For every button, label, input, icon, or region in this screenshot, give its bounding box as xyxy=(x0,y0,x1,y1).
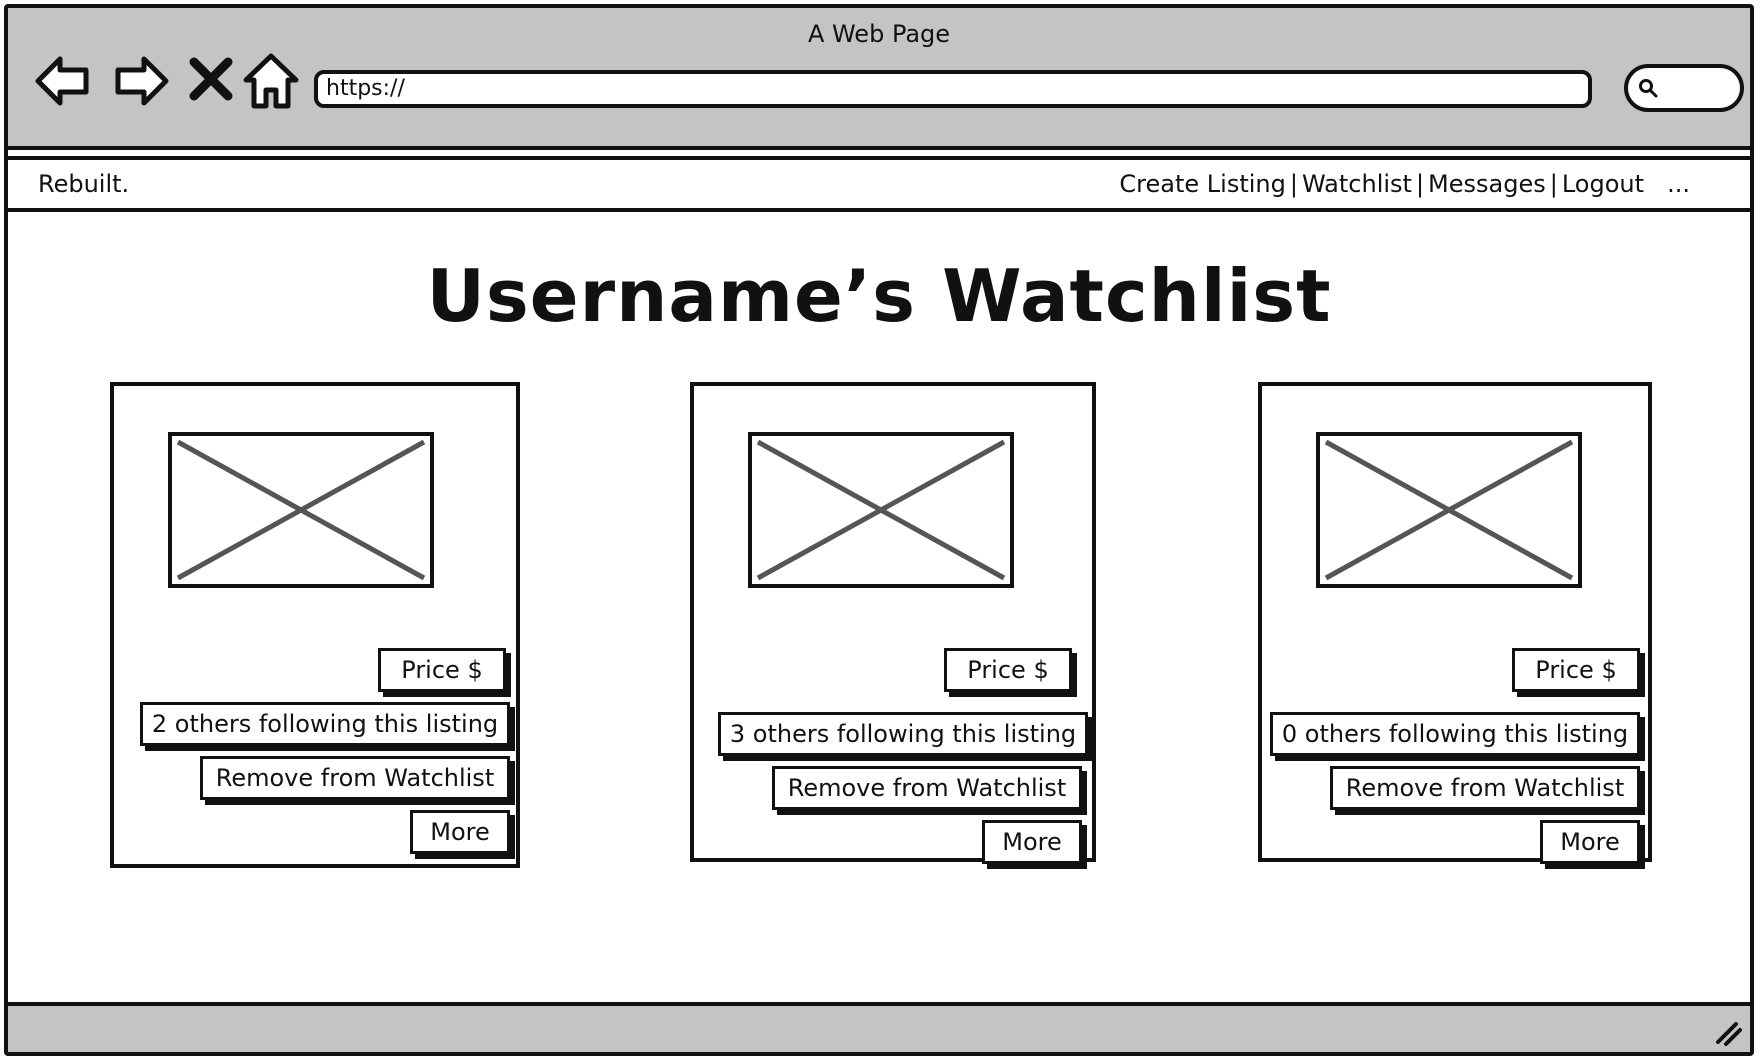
watchlist-card: Price $ 2 others following this listing … xyxy=(110,382,520,868)
nav-watchlist[interactable]: Watchlist xyxy=(1302,170,1412,198)
nav-separator: | xyxy=(1549,170,1558,198)
remove-from-watchlist-button[interactable]: Remove from Watchlist xyxy=(200,756,510,800)
nav-create-listing[interactable]: Create Listing xyxy=(1119,170,1285,198)
site-navbar: Rebuilt. Create Listing | Watchlist | Messag… xyxy=(8,156,1750,212)
forward-arrow-icon[interactable] xyxy=(108,50,170,112)
followers-count-button[interactable]: 0 others following this listing xyxy=(1270,712,1640,756)
back-arrow-icon[interactable] xyxy=(34,50,96,112)
status-bar xyxy=(8,1002,1750,1052)
nav-logout[interactable]: Logout xyxy=(1562,170,1644,198)
site-brand[interactable]: Rebuilt. xyxy=(38,170,129,198)
price-button[interactable]: Price $ xyxy=(1512,648,1640,692)
home-icon[interactable] xyxy=(240,50,302,112)
followers-count-button[interactable]: 2 others following this listing xyxy=(140,702,510,746)
search-field[interactable] xyxy=(1624,64,1744,112)
more-button[interactable]: More xyxy=(1540,820,1640,864)
window-title: A Web Page xyxy=(807,20,951,48)
followers-count-button[interactable]: 3 others following this listing xyxy=(718,712,1088,756)
url-input[interactable]: https:// xyxy=(314,70,1592,108)
nav-separator: | xyxy=(1289,170,1298,198)
page-title: Username’s Watchlist xyxy=(426,254,1332,338)
nav-overflow-menu[interactable]: ... xyxy=(1667,170,1690,198)
browser-chrome: A Web Page https:// xyxy=(8,8,1750,150)
nav-separator: | xyxy=(1415,170,1425,198)
image-placeholder xyxy=(1316,432,1582,588)
remove-from-watchlist-button[interactable]: Remove from Watchlist xyxy=(772,766,1082,810)
search-icon xyxy=(1639,79,1658,98)
remove-from-watchlist-button[interactable]: Remove from Watchlist xyxy=(1330,766,1640,810)
more-button[interactable]: More xyxy=(410,810,510,854)
resize-grip-icon[interactable] xyxy=(1712,1016,1742,1046)
price-button[interactable]: Price $ xyxy=(378,648,506,692)
close-icon[interactable] xyxy=(180,50,242,112)
image-placeholder xyxy=(748,432,1014,588)
image-placeholder xyxy=(168,432,434,588)
watchlist-card: Price $ 0 others following this listing … xyxy=(1258,382,1652,864)
nav-messages[interactable]: Messages xyxy=(1428,170,1546,198)
nav-links: Create Listing | Watchlist | Messages | Logout xyxy=(1119,170,1644,198)
watchlist-card: Price $ 3 others following this listing … xyxy=(690,382,1096,864)
price-button[interactable]: Price $ xyxy=(944,648,1072,692)
browser-window: A Web Page https:// Rebuilt. Create List… xyxy=(4,4,1754,1056)
more-button[interactable]: More xyxy=(982,820,1082,864)
